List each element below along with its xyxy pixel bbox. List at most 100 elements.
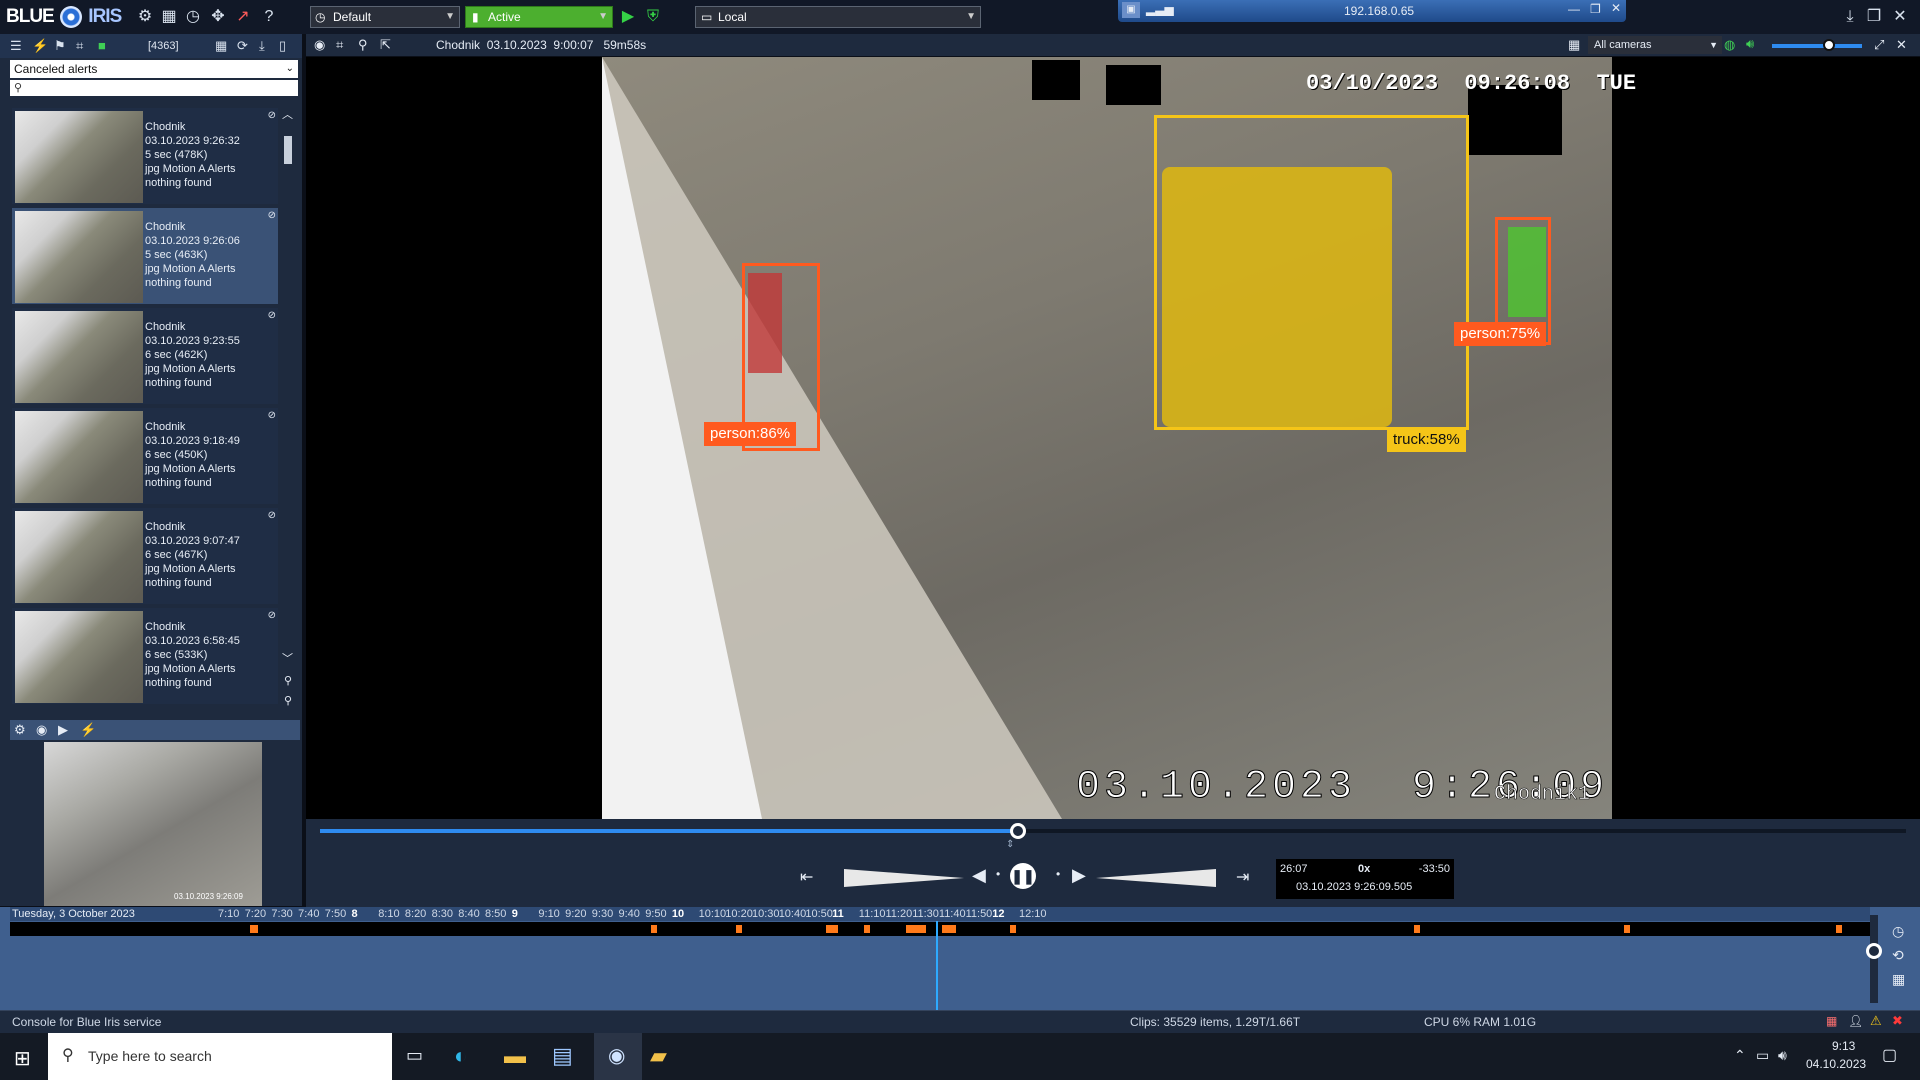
event-marker[interactable] bbox=[1624, 925, 1630, 933]
settings-icon[interactable]: ⚙ bbox=[134, 0, 156, 34]
zoom-out-icon[interactable]: ⚲ bbox=[284, 694, 292, 707]
close-clip-icon[interactable]: ✕ bbox=[1896, 37, 1907, 53]
volume-slider[interactable] bbox=[1772, 44, 1862, 48]
event-marker[interactable] bbox=[942, 925, 956, 933]
gear-icon[interactable]: ⚙ bbox=[14, 722, 26, 738]
trigger-icon[interactable]: ⚡ bbox=[80, 722, 96, 738]
crop-icon[interactable]: ⌗ bbox=[336, 37, 343, 53]
jump-end-icon[interactable]: ⇥ bbox=[1236, 867, 1249, 887]
folder-icon[interactable]: ▰ bbox=[650, 1043, 667, 1069]
ptz-icon[interactable]: ✥ bbox=[207, 0, 229, 34]
event-marker[interactable] bbox=[906, 925, 926, 933]
flag-icon[interactable]: ⚑ bbox=[54, 34, 66, 58]
event-marker[interactable] bbox=[864, 925, 870, 933]
task-view-icon[interactable]: ▭ bbox=[406, 1045, 423, 1066]
scroll-thumb[interactable] bbox=[284, 136, 292, 164]
stats-icon[interactable]: ↗ bbox=[232, 0, 254, 34]
book-icon[interactable]: ▯ bbox=[279, 34, 286, 58]
forward-speed-slider[interactable] bbox=[1096, 869, 1216, 887]
blue-iris-taskbar-icon[interactable]: ◉ bbox=[594, 1033, 642, 1080]
seek-thumb[interactable] bbox=[1009, 823, 1026, 839]
timeline-zoom-slider[interactable] bbox=[1866, 915, 1882, 1003]
play-icon[interactable]: ▶ bbox=[618, 0, 638, 34]
event-marker[interactable] bbox=[250, 925, 258, 933]
popout-icon[interactable]: ⇱ bbox=[380, 37, 391, 53]
remote-session-bar[interactable]: ▣ ▂▃▅ 192.168.0.65 — ❐ ✕ bbox=[1118, 0, 1626, 22]
warning-icon[interactable]: ⚠ bbox=[1870, 1013, 1882, 1029]
restore-remote-icon[interactable]: ❐ bbox=[1590, 2, 1601, 16]
windows-start-icon[interactable]: ⊞ bbox=[14, 1046, 31, 1071]
playhead[interactable] bbox=[936, 921, 938, 1010]
scroll-up-icon[interactable]: ︿ bbox=[282, 106, 293, 122]
snapshot-icon[interactable]: ◉ bbox=[314, 37, 325, 53]
cancel-icon[interactable]: ⊘ bbox=[268, 310, 276, 321]
refresh-icon[interactable]: ⟳ bbox=[237, 34, 248, 58]
cancel-icon[interactable]: ⊘ bbox=[268, 410, 276, 421]
list-item[interactable]: Chodnik 03.10.2023 9:23:55 6 sec (462K) … bbox=[12, 308, 278, 404]
file-explorer-icon[interactable]: ▬ bbox=[504, 1043, 526, 1069]
clock-icon[interactable]: ◷ bbox=[1892, 923, 1904, 940]
volume-icon[interactable]: 🔊︎ bbox=[1778, 1047, 1787, 1064]
cancel-icon[interactable]: ⊘ bbox=[268, 510, 276, 521]
step-back-icon[interactable]: ◀ bbox=[972, 865, 986, 886]
flash-icon[interactable]: ⚡ bbox=[32, 34, 48, 58]
video-frame[interactable]: 03/10/2023 09:26:08 TUE person:86% truck… bbox=[602, 57, 1636, 819]
app-icon[interactable]: ▤ bbox=[552, 1043, 573, 1069]
scroll-down-icon[interactable]: ﹀ bbox=[282, 650, 293, 666]
event-marker[interactable] bbox=[651, 925, 657, 933]
user-icon[interactable]: 👤︎ bbox=[1848, 1014, 1863, 1028]
grid-icon[interactable]: ▦ bbox=[1568, 37, 1580, 53]
folder-icon[interactable]: ■ bbox=[98, 34, 106, 58]
volume-thumb[interactable] bbox=[1823, 39, 1835, 51]
help-icon[interactable]: ? bbox=[258, 0, 280, 34]
camera-icon[interactable]: ◉ bbox=[36, 722, 47, 738]
download-icon[interactable]: ⤓ bbox=[1840, 0, 1860, 34]
server-dropdown[interactable]: ▭ Local ▼ bbox=[695, 6, 981, 28]
calendar-icon[interactable]: ▦ bbox=[215, 34, 227, 58]
event-marker[interactable] bbox=[1414, 925, 1420, 933]
list-item[interactable]: Chodnik 03.10.2023 9:07:47 6 sec (467K) … bbox=[12, 508, 278, 604]
minimize-remote-icon[interactable]: — bbox=[1568, 2, 1580, 16]
list-icon[interactable]: ☰ bbox=[10, 34, 22, 58]
frame-back-icon[interactable]: • bbox=[996, 867, 1000, 881]
clock-icon[interactable]: ◷ bbox=[182, 0, 204, 34]
mic-icon[interactable]: ◍ bbox=[1724, 37, 1735, 53]
cancel-icon[interactable]: ⊘ bbox=[268, 610, 276, 621]
notifications-icon[interactable]: ▢ bbox=[1882, 1045, 1897, 1065]
search-input[interactable]: ⚲ bbox=[10, 80, 298, 96]
record-icon[interactable]: ▶ bbox=[58, 722, 68, 738]
schedule-dropdown[interactable]: ▮ Active ▼ bbox=[465, 6, 613, 28]
export-icon[interactable]: ⤓ bbox=[259, 34, 265, 58]
frame-forward-icon[interactable]: • bbox=[1056, 867, 1060, 881]
list-item[interactable]: Chodnik 03.10.2023 9:18:49 6 sec (450K) … bbox=[12, 408, 278, 504]
pin-icon[interactable]: ▣ bbox=[1122, 2, 1140, 18]
filter-dropdown[interactable]: Canceled alerts ⌄ bbox=[10, 60, 298, 78]
taskbar-search-input[interactable]: ⚲ Type here to search bbox=[48, 1033, 392, 1080]
event-marker[interactable] bbox=[826, 925, 838, 933]
close-icon[interactable]: ✕ bbox=[1890, 0, 1910, 34]
camera-preview[interactable]: 03.10.2023 9:26:09 bbox=[44, 742, 262, 906]
event-marker[interactable] bbox=[1836, 925, 1842, 933]
list-item[interactable]: Chodnik 03.10.2023 6:58:45 6 sec (533K) … bbox=[12, 608, 278, 704]
cancel-icon[interactable]: ⊘ bbox=[268, 110, 276, 121]
shield-icon[interactable]: ⛨ bbox=[642, 0, 664, 34]
undo-icon[interactable]: ⟲ bbox=[1892, 947, 1904, 964]
zoom-in-icon[interactable]: ⚲ bbox=[284, 674, 292, 687]
camera-group-dropdown[interactable]: All cameras ▼ bbox=[1588, 36, 1722, 54]
rewind-speed-slider[interactable] bbox=[844, 869, 964, 887]
window-restore-icon[interactable]: ❐ bbox=[1864, 0, 1884, 34]
close-remote-icon[interactable]: ✕ bbox=[1611, 1, 1621, 15]
list-item[interactable]: Chodnik 03.10.2023 9:26:32 5 sec (478K) … bbox=[12, 108, 278, 204]
error-icon[interactable]: ✖ bbox=[1892, 1013, 1903, 1029]
volume-icon[interactable]: 🔊︎ bbox=[1746, 36, 1754, 52]
edge-icon[interactable]: ◐ bbox=[454, 1043, 467, 1069]
tray-chevron-icon[interactable]: ⌃ bbox=[1734, 1047, 1746, 1064]
cancel-icon[interactable]: ⊘ bbox=[268, 210, 276, 221]
timeline[interactable]: Tuesday, 3 October 2023 7:10 7:20 7:30 7:40… bbox=[0, 907, 1920, 1010]
calendar-icon[interactable]: ▦ bbox=[1892, 971, 1905, 988]
zoom-thumb[interactable] bbox=[1866, 943, 1882, 959]
step-forward-icon[interactable]: ▶ bbox=[1072, 865, 1086, 886]
alert-scrollbar[interactable]: ︿ ﹀ bbox=[282, 106, 294, 686]
event-marker[interactable] bbox=[736, 925, 742, 933]
search-icon[interactable]: ⚲ bbox=[358, 37, 368, 53]
